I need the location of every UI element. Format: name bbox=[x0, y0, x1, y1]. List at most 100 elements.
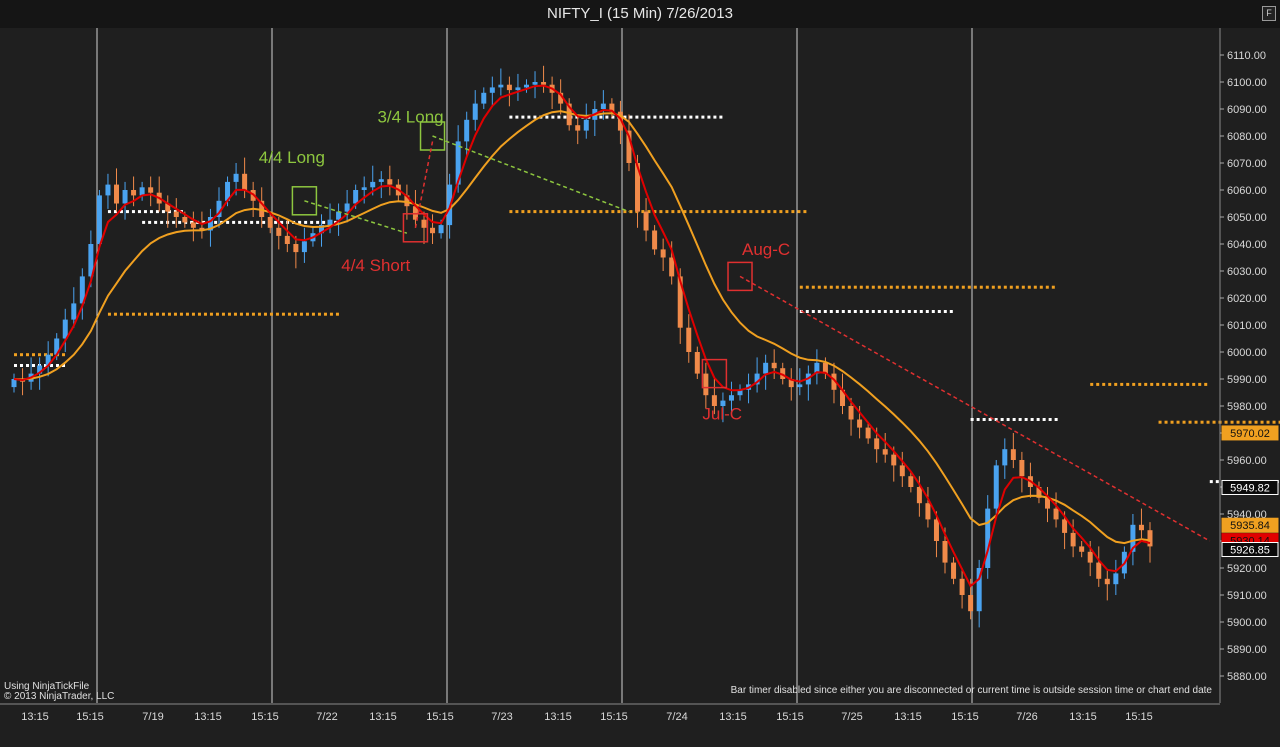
candle-body bbox=[1079, 546, 1085, 552]
candle-body bbox=[532, 82, 538, 85]
time-tick-label: 15:15 bbox=[76, 711, 104, 723]
candle-body bbox=[438, 225, 444, 234]
level-dot bbox=[131, 210, 135, 214]
level-dot bbox=[713, 210, 717, 214]
level-dot bbox=[1174, 382, 1178, 386]
level-dot bbox=[937, 285, 941, 289]
level-dot bbox=[143, 312, 147, 316]
level-dot bbox=[829, 310, 833, 313]
level-dot bbox=[1180, 382, 1184, 386]
price-tick-label: 6020.00 bbox=[1227, 293, 1267, 305]
candle-body bbox=[1147, 530, 1153, 547]
candle-body bbox=[378, 179, 384, 182]
price-label-text: 5970.02 bbox=[1230, 428, 1270, 440]
level-dot bbox=[913, 285, 917, 289]
level-dot bbox=[257, 312, 261, 316]
level-dot bbox=[1150, 382, 1154, 386]
level-dot bbox=[823, 285, 827, 289]
level-dot bbox=[1248, 420, 1252, 424]
level-dot bbox=[521, 115, 525, 119]
level-dot bbox=[1182, 420, 1186, 424]
level-dot bbox=[1212, 420, 1216, 424]
level-dot bbox=[1039, 285, 1043, 289]
level-dot bbox=[113, 312, 117, 316]
time-tick-label: 7/19 bbox=[142, 711, 163, 723]
level-dot bbox=[737, 210, 741, 214]
time-tick-label: 15:15 bbox=[1125, 711, 1153, 723]
candle-body bbox=[131, 190, 137, 196]
candle-body bbox=[1070, 532, 1076, 547]
level-dot bbox=[142, 220, 146, 224]
level-dot bbox=[251, 312, 255, 316]
level-dot bbox=[1242, 420, 1246, 424]
level-dot bbox=[1090, 382, 1094, 386]
level-dot bbox=[707, 115, 711, 119]
level-dot bbox=[749, 210, 753, 214]
candle-body bbox=[122, 190, 128, 204]
candle-body bbox=[797, 384, 803, 388]
level-dot bbox=[629, 210, 633, 214]
level-dot bbox=[785, 210, 789, 214]
level-dot bbox=[1170, 420, 1174, 424]
candle-body bbox=[370, 181, 376, 188]
candle-body bbox=[515, 87, 521, 91]
level-dot bbox=[1188, 420, 1192, 424]
level-dot bbox=[1036, 418, 1040, 421]
level-dot bbox=[982, 418, 986, 421]
candle-body bbox=[361, 187, 367, 190]
level-dot bbox=[665, 115, 669, 119]
level-dot bbox=[131, 312, 135, 316]
level-dot bbox=[725, 210, 729, 214]
level-dot bbox=[527, 115, 531, 119]
candle-body bbox=[506, 84, 512, 91]
price-tick-label: 5910.00 bbox=[1227, 590, 1267, 602]
level-dot bbox=[853, 310, 857, 313]
candle-body bbox=[1138, 524, 1144, 531]
copyright-label: © 2013 NinjaTrader, LLC bbox=[4, 691, 114, 702]
candle-body bbox=[933, 519, 939, 541]
candle-body bbox=[874, 438, 880, 450]
time-tick-label: 15:15 bbox=[251, 711, 279, 723]
time-tick-label: 13:15 bbox=[21, 711, 49, 723]
candle-body bbox=[1113, 573, 1119, 585]
price-chart[interactable]: 4/4 Long 3/4 Long 4/4 Short Aug-C Jul-C 5880… bbox=[0, 28, 1280, 747]
level-dot bbox=[871, 285, 875, 289]
level-dot bbox=[841, 310, 845, 313]
level-dot bbox=[14, 364, 17, 367]
level-dot bbox=[310, 220, 314, 224]
level-dot bbox=[1012, 418, 1016, 421]
label-4-4-long: 4/4 Long bbox=[259, 148, 325, 167]
level-dot bbox=[1003, 285, 1007, 289]
level-dot bbox=[1230, 420, 1234, 424]
candle-body bbox=[848, 406, 854, 420]
level-dot bbox=[835, 310, 839, 313]
candle-body bbox=[1002, 449, 1008, 466]
level-dot bbox=[883, 310, 887, 313]
level-dot bbox=[143, 210, 147, 214]
level-dot bbox=[823, 310, 827, 313]
level-dot bbox=[557, 210, 561, 214]
level-dot bbox=[197, 312, 201, 316]
level-dot bbox=[563, 210, 567, 214]
time-tick-label: 13:15 bbox=[544, 711, 572, 723]
chart-title: NIFTY_I (15 Min) 7/26/2013 bbox=[547, 5, 733, 22]
candle-body bbox=[1053, 508, 1059, 520]
candle-body bbox=[498, 84, 504, 88]
candle-body bbox=[421, 219, 427, 228]
time-tick-label: 7/24 bbox=[666, 711, 687, 723]
level-dot bbox=[563, 115, 567, 119]
level-dot bbox=[847, 310, 851, 313]
level-dot bbox=[925, 310, 929, 313]
candle-body bbox=[489, 87, 495, 93]
level-dot bbox=[557, 115, 561, 119]
level-dot bbox=[901, 285, 905, 289]
level-dot bbox=[119, 312, 123, 316]
level-dot bbox=[1144, 382, 1148, 386]
level-dot bbox=[316, 220, 320, 224]
candle-body bbox=[643, 211, 649, 231]
f-button[interactable]: F bbox=[1262, 6, 1276, 21]
level-dot bbox=[689, 115, 693, 119]
candle-body bbox=[190, 222, 196, 228]
level-dot bbox=[38, 353, 41, 357]
level-dot bbox=[1266, 420, 1270, 424]
